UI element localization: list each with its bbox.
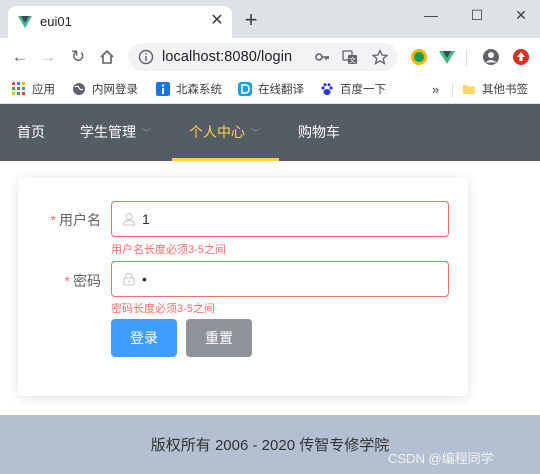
- new-tab-button[interactable]: +: [240, 9, 262, 32]
- required-mark: *: [50, 212, 56, 228]
- site-info-icon[interactable]: [138, 49, 154, 65]
- bookmark-label: 应用: [32, 84, 55, 96]
- home-icon[interactable]: [98, 48, 116, 66]
- bookmark-label: 北森系统: [176, 84, 222, 96]
- info-icon: [156, 82, 170, 96]
- bookmark-online-translate[interactable]: 在线翻译: [238, 81, 304, 99]
- user-icon: [122, 212, 136, 226]
- bookmark-baidu[interactable]: 百度一下: [320, 81, 386, 99]
- required-mark: *: [64, 273, 70, 289]
- nav-student-management[interactable]: 学生管理 ﹀: [80, 104, 151, 161]
- bookmark-beisen[interactable]: 北森系统: [156, 81, 222, 99]
- nav-home[interactable]: 首页: [17, 104, 45, 161]
- app-navbar: 首页 学生管理 ﹀ 个人中心 ﹀ 购物车: [0, 104, 540, 161]
- toolbar-divider: [466, 50, 467, 66]
- username-error: 用户名长度必须3-5之间: [111, 244, 226, 256]
- update-alert-icon[interactable]: [512, 48, 530, 66]
- login-button[interactable]: 登录: [111, 319, 177, 357]
- bookmark-star-icon[interactable]: [372, 49, 388, 65]
- bookmark-intranet-login[interactable]: 内网登录: [72, 81, 138, 99]
- chevron-down-icon: ﹀: [142, 128, 152, 138]
- extension-green-icon[interactable]: [410, 48, 428, 66]
- address-bar[interactable]: localhost:8080/login 文: [128, 43, 398, 71]
- bookmarks-divider: [452, 83, 453, 97]
- back-icon[interactable]: ←: [10, 47, 30, 67]
- bookmark-apps[interactable]: 应用: [12, 81, 55, 99]
- nav-shopping-cart[interactable]: 购物车: [298, 104, 340, 161]
- forward-icon[interactable]: →: [38, 47, 58, 67]
- folder-icon: [463, 85, 475, 94]
- password-label-text: 密码: [73, 273, 101, 289]
- bookmarks-bar: 应用 内网登录 北森系统 在线翻译 百度一下 » 其他书签: [0, 76, 540, 104]
- nav-shopping-cart-label: 购物车: [298, 124, 340, 140]
- svg-text:文: 文: [349, 56, 356, 65]
- watermark: CSDN @编程同学: [388, 451, 494, 466]
- url-text: localhost:8080/login: [162, 49, 293, 65]
- browser-toolbar: ← → ↻ localhost:8080/login 文: [0, 38, 540, 76]
- close-window-button[interactable]: ✕: [506, 4, 536, 26]
- browser-tab-strip: eui01 ✕ + — ☐ ✕: [0, 0, 540, 38]
- restore-button[interactable]: ☐: [462, 4, 492, 26]
- bookmarks-overflow-chevron-icon[interactable]: »: [432, 81, 439, 99]
- password-label: * 密码: [17, 271, 101, 291]
- nav-student-management-label: 学生管理: [80, 124, 136, 140]
- key-icon[interactable]: [314, 49, 330, 65]
- bookmark-label: 其他书签: [482, 84, 528, 96]
- nav-active-indicator: [172, 158, 279, 161]
- browser-tab[interactable]: eui01 ✕: [8, 6, 232, 38]
- nav-personal-center[interactable]: 个人中心 ﹀: [189, 104, 260, 161]
- apps-grid-icon: [12, 82, 25, 95]
- password-value: •: [142, 271, 147, 287]
- vue-logo-icon: [18, 16, 32, 28]
- baidu-paw-icon: [321, 83, 333, 95]
- username-input[interactable]: 1: [111, 201, 449, 237]
- bookmark-label: 百度一下: [340, 84, 386, 96]
- profile-avatar-icon[interactable]: [482, 48, 500, 66]
- minimize-button[interactable]: —: [416, 4, 446, 26]
- reset-button[interactable]: 重置: [186, 319, 252, 357]
- tab-title: eui01: [40, 14, 72, 29]
- vue-devtools-icon[interactable]: [438, 48, 456, 66]
- username-value: 1: [142, 211, 150, 227]
- reload-icon[interactable]: ↻: [68, 47, 88, 67]
- bookmark-other-folder[interactable]: 其他书签: [462, 81, 528, 99]
- translate-d-icon: [238, 82, 252, 96]
- bookmark-label: 内网登录: [92, 84, 138, 96]
- translate-icon[interactable]: 文: [342, 49, 358, 65]
- globe-icon: [73, 83, 85, 95]
- chevron-down-icon: ﹀: [251, 128, 261, 138]
- username-label: * 用户名: [17, 210, 101, 230]
- password-input[interactable]: •: [111, 261, 449, 297]
- username-label-text: 用户名: [59, 212, 101, 228]
- bookmark-label: 在线翻译: [258, 84, 304, 96]
- lock-icon: [123, 272, 135, 286]
- password-error: 密码长度必须3-5之间: [111, 303, 215, 315]
- nav-personal-center-label: 个人中心: [189, 124, 245, 140]
- nav-home-label: 首页: [17, 124, 45, 140]
- tab-close-icon[interactable]: ✕: [208, 12, 226, 30]
